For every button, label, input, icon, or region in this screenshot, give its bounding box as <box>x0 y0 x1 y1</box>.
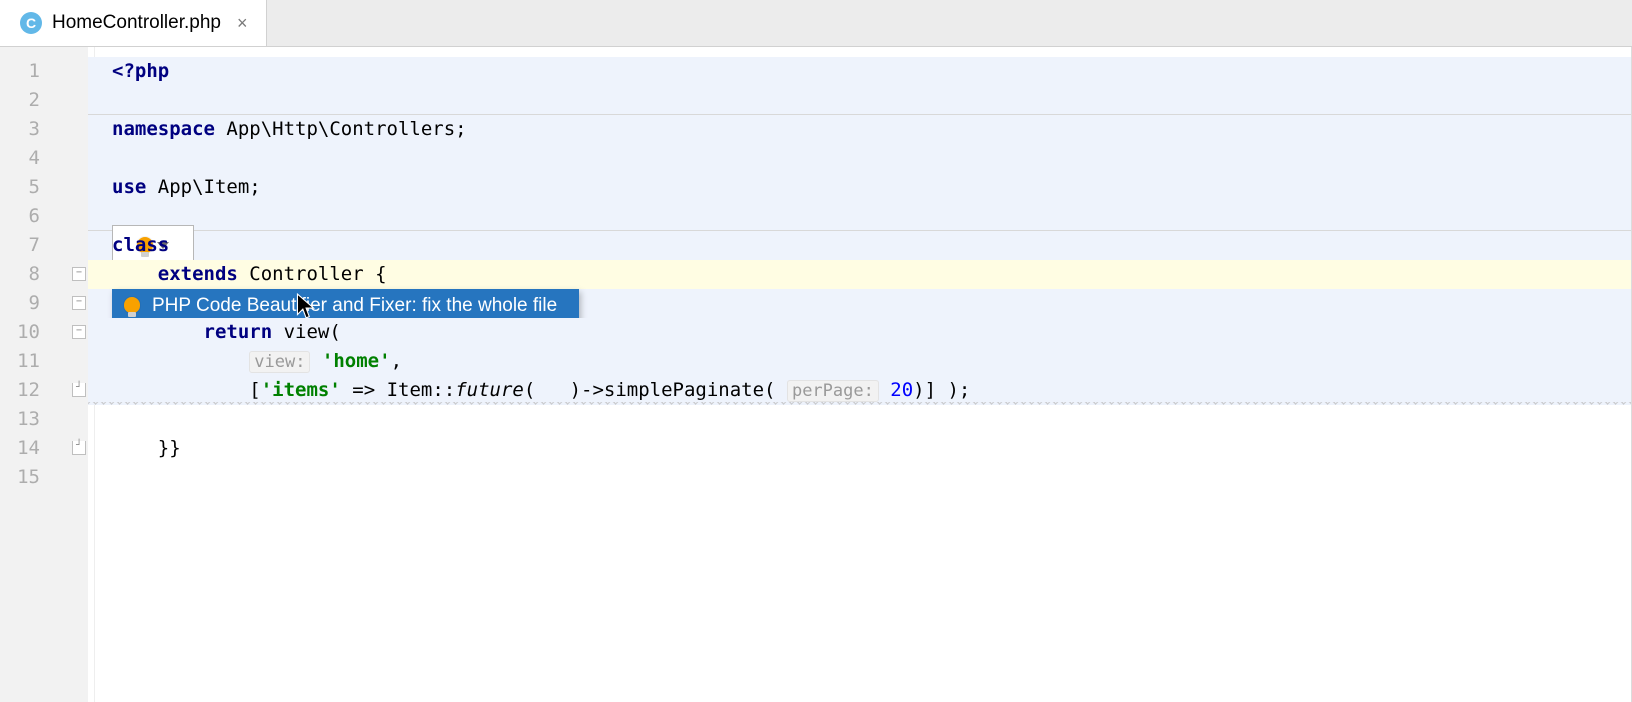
editor-tab-active[interactable]: C HomeController.php × <box>0 0 267 46</box>
token-php-open: <?php <box>112 60 169 82</box>
token-text: => Item:: <box>341 379 455 401</box>
close-icon[interactable]: × <box>231 13 254 34</box>
token-text: view( <box>272 321 341 343</box>
token-text: )] ); <box>913 379 970 401</box>
token-string: 'home' <box>322 350 391 372</box>
code-line[interactable]: ['items' => Item::future( )->simplePagin… <box>88 376 1632 405</box>
code-line[interactable]: class HomeController class <box>88 231 1632 260</box>
line-number: 11 <box>0 347 88 376</box>
line-number: 5 <box>0 173 88 202</box>
token-text: , <box>391 350 402 372</box>
line-number: 2 <box>0 86 88 115</box>
fold-end-icon[interactable]: ┘ <box>72 383 86 397</box>
token-number: 20 <box>879 379 913 401</box>
parameter-hint: perPage: <box>787 380 879 402</box>
code-line[interactable] <box>88 405 1632 434</box>
line-number: 6 <box>0 202 88 231</box>
token-keyword: return <box>204 321 273 343</box>
code-line[interactable] <box>88 86 1632 115</box>
gutter: 1 2 3 4 5 6 7 8 9 10 11 12 13 14 15 − − … <box>0 47 88 702</box>
file-type-icon: C <box>20 12 42 34</box>
line-number: 1 <box>0 57 88 86</box>
line-number: 13 <box>0 405 88 434</box>
fold-toggle-icon[interactable]: − <box>72 296 86 310</box>
line-number: 3 <box>0 115 88 144</box>
code-line[interactable] <box>88 202 1632 231</box>
token-keyword: namespace <box>112 118 215 140</box>
fold-end-icon[interactable]: ┘ <box>72 441 86 455</box>
token-method: future <box>455 379 524 401</box>
editor: 1 2 3 4 5 6 7 8 9 10 11 12 13 14 15 − − … <box>0 47 1632 702</box>
intention-action-label: PHP Code Beautifier and Fixer: fix the w… <box>152 291 557 320</box>
intention-action-item[interactable]: PHP Code Beautifier and Fixer: fix the w… <box>112 289 579 321</box>
code-line-current[interactable]: extends Controller { <box>88 260 1632 289</box>
lightbulb-icon <box>124 297 140 313</box>
token-text: }} <box>158 437 181 459</box>
line-number: 15 <box>0 463 88 492</box>
code-line[interactable]: namespace App\Http\Controllers; <box>88 115 1632 144</box>
line-number: 7 <box>0 231 88 260</box>
code-line[interactable]: <?php <box>88 57 1632 86</box>
token-keyword: extends <box>158 263 238 285</box>
code-line[interactable]: use App\Item; <box>88 173 1632 202</box>
code-line[interactable]: return view( <box>88 318 1632 347</box>
code-area[interactable]: <?php namespace App\Http\Controllers; us… <box>88 47 1632 702</box>
code-line[interactable] <box>88 463 1632 492</box>
code-line[interactable] <box>88 144 1632 173</box>
parameter-hint: view: <box>249 351 310 373</box>
tab-filename: HomeController.php <box>52 12 221 34</box>
fold-toggle-icon[interactable]: − <box>72 267 86 281</box>
token-text: Controller { <box>238 263 387 285</box>
token-keyword: class <box>112 231 169 260</box>
code-line[interactable]: }} <box>88 434 1632 463</box>
code-line[interactable]: PHP Code Beautifier and Fixer: fix the w… <box>88 289 1632 318</box>
tab-bar: C HomeController.php × <box>0 0 1632 47</box>
token-text: App\Item; <box>146 176 260 198</box>
code-line[interactable]: view: 'home', <box>88 347 1632 376</box>
token-text: [ <box>249 379 260 401</box>
token-text: App\Http\Controllers; <box>215 118 467 140</box>
token-keyword: use <box>112 176 146 198</box>
token-string: 'items' <box>261 379 341 401</box>
token-text: ( )->simplePaginate( <box>524 379 787 401</box>
fold-toggle-icon[interactable]: − <box>72 325 86 339</box>
line-number: 4 <box>0 144 88 173</box>
